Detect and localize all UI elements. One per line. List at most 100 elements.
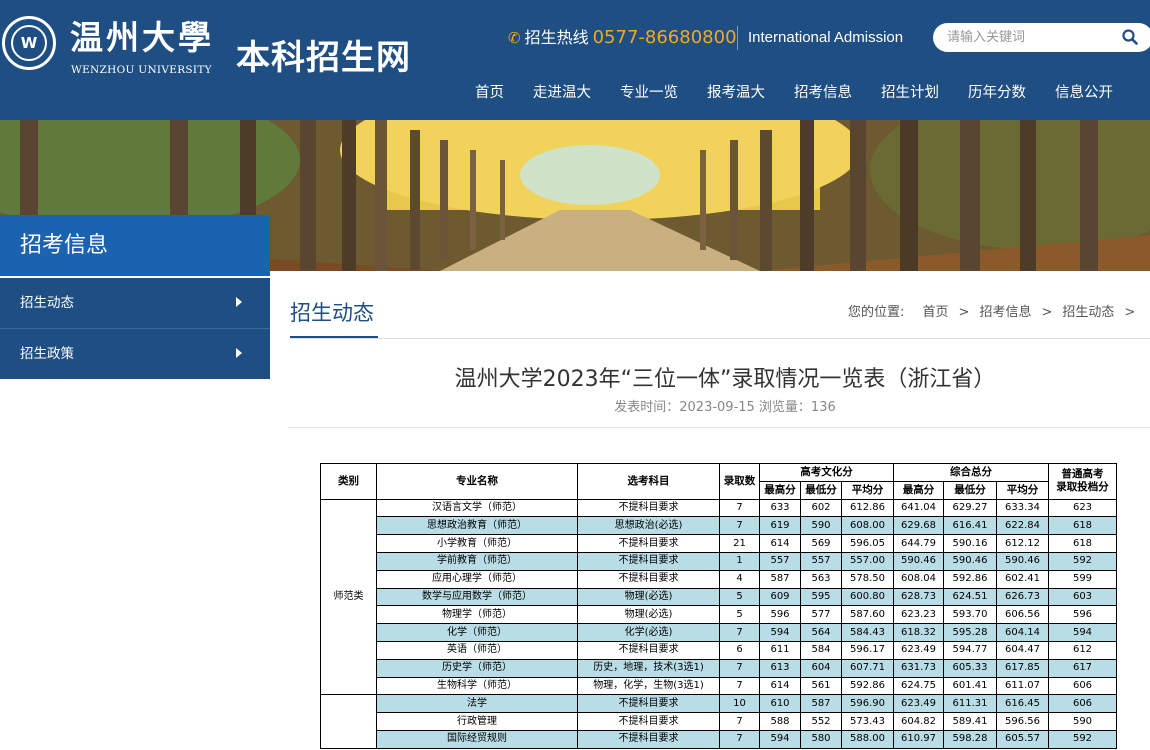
composite-min-cell: 616.41 bbox=[943, 516, 997, 536]
composite-min-cell: 595.28 bbox=[943, 623, 997, 642]
gaokao-max-cell: 587 bbox=[759, 569, 801, 589]
subject-cell: 化学(必选) bbox=[577, 623, 720, 642]
gaokao-min-cell: 563 bbox=[800, 569, 842, 589]
main-nav: 首页 走进温大 专业一览 报考温大 招考信息 招生计划 历年分数 信息公开 bbox=[475, 82, 1142, 104]
subject-cell: 物理，化学，生物(3选1) bbox=[577, 676, 720, 696]
gaokao-max-cell: 588 bbox=[759, 712, 801, 731]
sidebar-item-label: 招生动态 bbox=[20, 295, 74, 311]
composite-max-cell: 628.73 bbox=[893, 587, 944, 607]
gaokao-max-cell: 614 bbox=[759, 676, 801, 696]
gaokao-min-cell: 604 bbox=[800, 658, 842, 678]
header-subject: 选考科目 bbox=[577, 463, 720, 500]
cutoff-score-cell: 590 bbox=[1048, 712, 1117, 731]
admitted-count-cell: 21 bbox=[719, 534, 760, 553]
search-icon[interactable] bbox=[1122, 29, 1138, 45]
admission-score-table: 类别 专业名称 选考科目 录取数 高考文化分 综合总分 普通高考 录取投档分 最高… bbox=[320, 463, 1117, 749]
gaokao-max-cell: 613 bbox=[759, 658, 801, 678]
gaokao-max-cell: 596 bbox=[759, 605, 801, 625]
gaokao-min-cell: 584 bbox=[800, 640, 842, 660]
gaokao-avg-cell: 588.00 bbox=[841, 729, 894, 749]
nav-admission-info[interactable]: 招考信息 bbox=[794, 85, 852, 101]
breadcrumb-admission-info[interactable]: 招考信息 bbox=[979, 305, 1031, 320]
sidebar-item-admission-policy[interactable]: 招生政策 bbox=[0, 329, 270, 379]
table-row: 生物科学（师范） 物理，化学，生物(3选1) 7 614 561 592.86 624.75… bbox=[321, 676, 1117, 696]
admitted-count-cell: 7 bbox=[719, 658, 760, 678]
gaokao-avg-cell: 607.71 bbox=[841, 658, 894, 678]
nav-home[interactable]: 首页 bbox=[475, 85, 504, 101]
breadcrumb-home[interactable]: 首页 bbox=[923, 305, 949, 320]
composite-max-cell: 608.04 bbox=[893, 569, 944, 589]
major-cell: 应用心理学（师范） bbox=[376, 569, 578, 589]
major-cell: 英语（师范） bbox=[376, 640, 578, 660]
nav-majors[interactable]: 专业一览 bbox=[620, 85, 678, 101]
breadcrumb: 您的位置: 首页 > 招考信息 > 招生动态 > bbox=[848, 304, 1145, 322]
composite-max-cell: 624.75 bbox=[893, 676, 944, 696]
table-row: 小学教育（师范） 不提科目要求 21 614 569 596.05 644.79 590.16… bbox=[321, 534, 1117, 553]
nav-enrollment-plan[interactable]: 招生计划 bbox=[881, 85, 939, 101]
table-row: 国际经贸规则 不提科目要求 7 594 580 588.00 610.97 598.28 605… bbox=[321, 729, 1117, 749]
gaokao-min-cell: 552 bbox=[800, 712, 842, 731]
admitted-count-cell: 4 bbox=[719, 569, 760, 589]
gaokao-avg-cell: 584.43 bbox=[841, 623, 894, 642]
composite-avg-cell: 590.46 bbox=[996, 551, 1049, 571]
cutoff-score-cell: 617 bbox=[1048, 658, 1117, 678]
cutoff-score-cell: 606 bbox=[1048, 694, 1117, 714]
cutoff-score-cell: 596 bbox=[1048, 605, 1117, 625]
gaokao-avg-cell: 587.60 bbox=[841, 605, 894, 625]
admitted-count-cell: 7 bbox=[719, 676, 760, 696]
header-composite-min: 最低分 bbox=[943, 480, 997, 500]
university-name-cn[interactable]: 温州大學 bbox=[70, 18, 214, 58]
composite-min-cell: 605.33 bbox=[943, 658, 997, 678]
hotline-number: 0577-86680800 bbox=[592, 27, 737, 48]
gaokao-max-cell: 609 bbox=[759, 587, 801, 607]
header-gaokao-max: 最高分 bbox=[759, 480, 801, 500]
cutoff-score-cell: 606 bbox=[1048, 676, 1117, 696]
subject-cell: 物理(必选) bbox=[577, 605, 720, 625]
gaokao-max-cell: 594 bbox=[759, 623, 801, 642]
table-row: 法学 不提科目要求 10 610 587 596.90 623.49 611.31 616.45… bbox=[320, 694, 1117, 749]
search-input[interactable] bbox=[947, 27, 1107, 48]
international-admission-link[interactable]: International Admission bbox=[748, 28, 903, 48]
breadcrumb-admission-news[interactable]: 招生动态 bbox=[1062, 305, 1114, 320]
breadcrumb-separator: > bbox=[958, 305, 970, 320]
breadcrumb-prefix: 您的位置: bbox=[848, 305, 905, 320]
admitted-count-cell: 5 bbox=[719, 605, 760, 625]
composite-max-cell: 631.73 bbox=[893, 658, 944, 678]
header-major: 专业名称 bbox=[376, 463, 578, 500]
major-cell: 汉语言文学（师范） bbox=[376, 498, 578, 518]
gaokao-min-cell: 561 bbox=[800, 676, 842, 696]
composite-min-cell: 592.86 bbox=[943, 569, 997, 589]
table-row: 化学（师范） 化学(必选) 7 594 564 584.43 618.32 595.28 604… bbox=[321, 623, 1117, 642]
chevron-right-icon bbox=[236, 297, 242, 307]
nav-past-scores[interactable]: 历年分数 bbox=[968, 85, 1026, 101]
major-cell: 化学（师范） bbox=[376, 623, 578, 642]
university-emblem-icon[interactable]: W bbox=[2, 16, 56, 70]
subject-cell: 物理(必选) bbox=[577, 587, 720, 607]
phone-icon: ✆ bbox=[508, 29, 521, 47]
composite-avg-cell: 611.07 bbox=[996, 676, 1049, 696]
table-row: 历史学（师范） 历史，地理，技术(3选1) 7 613 604 607.71 631.73 6… bbox=[321, 658, 1117, 678]
chevron-right-icon bbox=[236, 348, 242, 358]
nav-about[interactable]: 走进温大 bbox=[533, 85, 591, 101]
sidebar-item-admission-news[interactable]: 招生动态 bbox=[0, 278, 270, 329]
gaokao-avg-cell: 578.50 bbox=[841, 569, 894, 589]
site-header: W 温州大學 WENZHOU UNIVERSITY 本科招生网 ✆ 招生热线 057… bbox=[0, 0, 1150, 120]
subject-cell: 不提科目要求 bbox=[577, 640, 720, 660]
gaokao-max-cell: 594 bbox=[759, 729, 801, 749]
nav-apply[interactable]: 报考温大 bbox=[707, 85, 765, 101]
gaokao-max-cell: 611 bbox=[759, 640, 801, 660]
gaokao-min-cell: 602 bbox=[800, 498, 842, 518]
gaokao-min-cell: 557 bbox=[800, 551, 842, 571]
header-cutoff-line1: 普通高考 bbox=[1061, 468, 1104, 481]
nav-disclosure[interactable]: 信息公开 bbox=[1055, 85, 1113, 101]
header-composite-avg: 平均分 bbox=[996, 480, 1049, 500]
sidebar-title: 招考信息 bbox=[20, 233, 109, 258]
major-cell: 历史学（师范） bbox=[376, 658, 578, 678]
gaokao-max-cell: 633 bbox=[759, 498, 801, 518]
university-name-en: WENZHOU UNIVERSITY bbox=[71, 64, 212, 76]
gaokao-avg-cell: 612.86 bbox=[841, 498, 894, 518]
site-title[interactable]: 本科招生网 bbox=[236, 36, 411, 80]
hotline-label: 招生热线 bbox=[524, 28, 589, 47]
gaokao-avg-cell: 557.00 bbox=[841, 551, 894, 571]
composite-avg-cell: 617.85 bbox=[996, 658, 1049, 678]
